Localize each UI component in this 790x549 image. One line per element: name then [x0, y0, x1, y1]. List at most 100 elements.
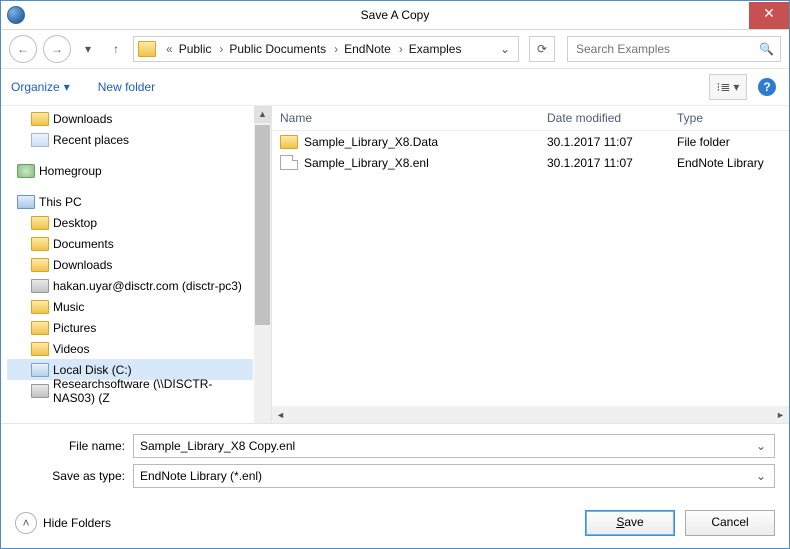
- hide-folders-button[interactable]: ˄ Hide Folders: [15, 512, 111, 534]
- nav-bar: ← → ▾ ↑ « Public › Public Documents › En…: [1, 30, 789, 69]
- address-bar[interactable]: « Public › Public Documents › EndNote › …: [133, 36, 519, 62]
- folder-icon: [31, 258, 49, 272]
- search-input[interactable]: [574, 41, 728, 57]
- folder-icon: [31, 112, 49, 126]
- organize-menu[interactable]: Organize ▾: [11, 80, 70, 94]
- file-date: 30.1.2017 11:07: [539, 156, 669, 170]
- savetype-field[interactable]: ⌄: [133, 464, 775, 488]
- tree-item-label: Music: [53, 300, 84, 314]
- folder-icon: [31, 300, 49, 314]
- tree-item[interactable]: Desktop: [7, 212, 253, 233]
- scroll-right-icon[interactable]: ►: [772, 410, 789, 420]
- breadcrumb-prefix: «: [160, 42, 177, 56]
- hide-folders-label: Hide Folders: [43, 516, 111, 530]
- col-date[interactable]: Date modified: [539, 111, 669, 125]
- tree-item[interactable]: hakan.uyar@disctr.com (disctr-pc3): [7, 275, 253, 296]
- tree-scrollbar[interactable]: ▲: [254, 106, 271, 423]
- col-type[interactable]: Type: [669, 111, 789, 125]
- tree-item[interactable]: Researchsoftware (\\DISCTR-NAS03) (Z: [7, 380, 253, 401]
- tree-item[interactable]: Downloads: [7, 254, 253, 275]
- breadcrumb-item[interactable]: Public Documents: [227, 42, 328, 56]
- chevron-down-icon: ▾: [733, 80, 739, 94]
- tree-item[interactable]: Videos: [7, 338, 253, 359]
- file-type: File folder: [669, 135, 789, 149]
- savetype-drop[interactable]: ⌄: [752, 469, 770, 483]
- tree-item[interactable]: Recent places: [7, 129, 253, 150]
- filename-drop[interactable]: ⌄: [752, 439, 770, 453]
- filename-input[interactable]: [138, 438, 752, 454]
- folder-icon: [31, 321, 49, 335]
- list-h-scrollbar[interactable]: ◄ ►: [272, 406, 789, 423]
- file-row[interactable]: Sample_Library_X8.Data 30.1.2017 11:07Fil…: [272, 131, 789, 152]
- folder-icon: [31, 342, 49, 356]
- address-drop[interactable]: ⌄: [496, 42, 514, 56]
- refresh-button[interactable]: ⟳: [529, 36, 555, 62]
- window-title: Save A Copy: [1, 8, 789, 22]
- help-button[interactable]: ?: [755, 75, 779, 99]
- tree-item[interactable]: Documents: [7, 233, 253, 254]
- tree-item-label: Desktop: [53, 216, 97, 230]
- recent-icon: [31, 133, 49, 147]
- breadcrumb-sep: ›: [328, 42, 342, 56]
- pc-icon: [17, 195, 35, 209]
- recent-locations-drop[interactable]: ▾: [77, 42, 99, 56]
- scroll-thumb[interactable]: [255, 125, 270, 325]
- body: Downloads Recent places Homegroup This PC De…: [1, 106, 789, 423]
- tree-item-label: Local Disk (C:): [53, 363, 132, 377]
- toolbar: Organize ▾ New folder ⁝≣ ▾ ?: [1, 69, 789, 106]
- breadcrumb-item[interactable]: Examples: [407, 42, 464, 56]
- view-options-button[interactable]: ⁝≣ ▾: [709, 74, 747, 100]
- new-folder-button[interactable]: New folder: [98, 80, 155, 94]
- tree-item-label: hakan.uyar@disctr.com (disctr-pc3): [53, 279, 242, 293]
- back-button[interactable]: ←: [9, 35, 37, 63]
- save-label-rest: ave: [624, 515, 643, 529]
- doc-icon: [280, 155, 298, 170]
- tree-item-label: Researchsoftware (\\DISCTR-NAS03) (Z: [53, 377, 253, 405]
- breadcrumb-sep: ›: [393, 42, 407, 56]
- savetype-input[interactable]: [138, 468, 752, 484]
- svg-text:?: ?: [763, 80, 770, 94]
- file-list: Name Date modified Type Sample_Library_X…: [272, 106, 789, 423]
- filename-field[interactable]: ⌄: [133, 434, 775, 458]
- chevron-down-icon: ▾: [64, 80, 70, 94]
- up-button[interactable]: ↑: [105, 42, 127, 56]
- folder-icon: [138, 41, 156, 57]
- home-icon: [17, 164, 35, 178]
- scroll-up-icon[interactable]: ▲: [254, 106, 271, 123]
- save-dialog: Save A Copy ✕ ← → ▾ ↑ « Public › Public …: [0, 0, 790, 549]
- file-row[interactable]: Sample_Library_X8.enl30.1.2017 11:07EndN…: [272, 152, 789, 173]
- tree-item[interactable]: This PC: [7, 191, 253, 212]
- tree-item[interactable]: Homegroup: [7, 160, 253, 181]
- search-icon[interactable]: 🔍: [759, 42, 774, 56]
- tree-item[interactable]: Pictures: [7, 317, 253, 338]
- tree-item[interactable]: Downloads: [7, 108, 253, 129]
- tree-item-label: Downloads: [53, 258, 112, 272]
- navigation-tree[interactable]: Downloads Recent places Homegroup This PC De…: [1, 106, 271, 423]
- breadcrumb-item[interactable]: Public: [177, 42, 214, 56]
- file-name: Sample_Library_X8.Data: [304, 135, 438, 149]
- titlebar: Save A Copy ✕: [1, 1, 789, 30]
- cancel-button[interactable]: Cancel: [685, 510, 775, 536]
- savetype-label: Save as type:: [15, 469, 125, 483]
- breadcrumb-sep: ›: [213, 42, 227, 56]
- folder-icon: [31, 237, 49, 251]
- form-area: File name: ⌄ Save as type: ⌄: [1, 423, 789, 504]
- tree-item-label: Recent places: [53, 133, 129, 147]
- tree-item[interactable]: Music: [7, 296, 253, 317]
- footer: ˄ Hide Folders Save Cancel: [1, 504, 789, 548]
- save-button[interactable]: Save: [585, 510, 675, 536]
- tree-item-label: Downloads: [53, 112, 112, 126]
- search-box[interactable]: 🔍: [567, 36, 781, 62]
- breadcrumb-item[interactable]: EndNote: [342, 42, 393, 56]
- disk-icon: [31, 363, 49, 377]
- file-type: EndNote Library: [669, 156, 789, 170]
- folder-icon: [280, 135, 298, 149]
- forward-button[interactable]: →: [43, 35, 71, 63]
- collapse-icon: ˄: [15, 512, 37, 534]
- folder-icon: [31, 216, 49, 230]
- net-icon: [31, 279, 49, 293]
- scroll-left-icon[interactable]: ◄: [272, 410, 289, 420]
- col-name[interactable]: Name: [272, 111, 539, 125]
- file-date: 30.1.2017 11:07: [539, 135, 669, 149]
- column-headers: Name Date modified Type: [272, 106, 789, 131]
